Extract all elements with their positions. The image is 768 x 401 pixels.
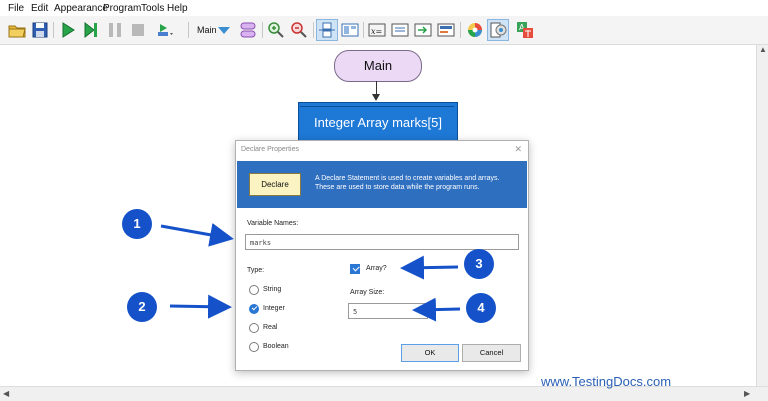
array-size-label: Array Size: (350, 289, 385, 296)
ok-button[interactable]: OK (401, 344, 459, 362)
callout-badge-3: 3 (464, 249, 494, 279)
watermark: www.TestingDocs.com (541, 374, 672, 389)
menu-tools[interactable]: Tools (141, 3, 164, 14)
declare-shape-preview: Declare (249, 173, 301, 196)
variables-icon[interactable] (316, 19, 338, 41)
watch-icon[interactable] (340, 20, 360, 40)
output-icon[interactable] (436, 20, 456, 40)
flowchart-connector (376, 81, 377, 95)
dialog-title: Declare Properties (241, 146, 299, 153)
radio-boolean[interactable] (249, 342, 259, 352)
run-icon[interactable] (58, 20, 78, 40)
menu-file[interactable]: File (8, 3, 24, 14)
menu-edit[interactable]: Edit (31, 3, 48, 14)
menu-appearance[interactable]: Appearance (54, 3, 108, 14)
toolbar: Main x= A (0, 16, 768, 45)
svg-text:x=: x= (371, 27, 382, 36)
zoom-in-icon[interactable] (266, 20, 286, 40)
callout-badge-2: 2 (127, 292, 157, 322)
open-folder-icon[interactable] (7, 20, 27, 40)
input-icon[interactable] (413, 20, 433, 40)
menu-help[interactable]: Help (167, 3, 188, 14)
pause-icon[interactable] (105, 20, 125, 40)
array-checkbox-label: Array? (366, 265, 387, 272)
assign-icon[interactable] (390, 20, 410, 40)
layout-icon[interactable] (487, 19, 509, 41)
array-checkbox[interactable] (350, 264, 360, 274)
variable-names-input[interactable]: marks (245, 234, 519, 250)
function-icon[interactable] (238, 20, 258, 40)
declare-block-top-band (300, 102, 454, 107)
color-icon[interactable] (465, 20, 485, 40)
scroll-left-icon[interactable]: ◀ (3, 389, 9, 398)
radio-real-label: Real (263, 324, 278, 331)
menu-program[interactable]: Program (103, 3, 141, 14)
radio-string-label: String (263, 286, 282, 293)
flowchart-arrowhead (372, 94, 380, 101)
flowchart-start-terminal[interactable]: Main (334, 50, 422, 82)
save-icon[interactable] (30, 20, 50, 40)
type-label: Type: (247, 267, 265, 274)
radio-string[interactable] (249, 285, 259, 295)
speed-icon[interactable] (155, 20, 175, 40)
declare-icon[interactable]: x= (367, 20, 387, 40)
close-icon[interactable]: ✕ (514, 144, 522, 155)
variable-names-label: Variable Names: (247, 220, 299, 227)
zoom-out-icon[interactable] (289, 20, 309, 40)
stop-icon[interactable] (128, 20, 148, 40)
array-size-input[interactable]: 5 (348, 303, 428, 319)
menu-bar: File Edit Appearance Program Tools Help (0, 0, 768, 16)
scroll-up-icon[interactable]: ▲ (759, 45, 767, 54)
flowchart-declare-block[interactable]: Integer Array marks[5] (298, 102, 458, 144)
callout-badge-1: 1 (122, 209, 152, 239)
step-icon[interactable] (81, 20, 101, 40)
vertical-scrollbar[interactable]: ▲ (756, 45, 768, 386)
dropdown-icon[interactable] (214, 20, 234, 40)
banner-description: A Declare Statement is used to create va… (315, 175, 500, 191)
scroll-right-icon[interactable]: ▶ (744, 389, 750, 398)
dialog-banner: Declare A Declare Statement is used to c… (237, 161, 527, 208)
radio-real[interactable] (249, 323, 259, 333)
radio-integer[interactable] (249, 304, 259, 314)
language-icon[interactable]: A (515, 20, 535, 40)
declare-shape-label: Declare (261, 180, 289, 189)
radio-integer-label: Integer (263, 305, 285, 312)
callout-badge-4: 4 (466, 293, 496, 323)
cancel-button[interactable]: Cancel (462, 344, 521, 362)
radio-boolean-label: Boolean (263, 343, 289, 350)
